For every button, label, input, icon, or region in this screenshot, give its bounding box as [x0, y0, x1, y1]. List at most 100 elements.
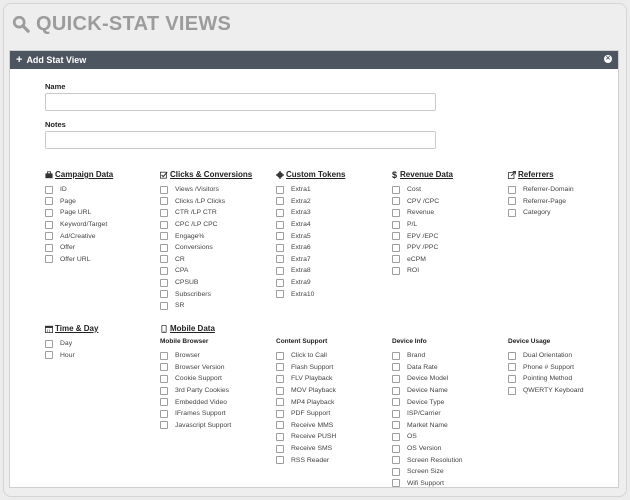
- option-time-1[interactable]: Hour: [45, 350, 98, 362]
- checkbox[interactable]: [160, 290, 168, 299]
- option-revenue-3[interactable]: P/L: [392, 219, 453, 231]
- checkbox[interactable]: [508, 386, 516, 395]
- option-revenue-1[interactable]: CPV /CPC: [392, 196, 453, 208]
- checkbox[interactable]: [160, 243, 168, 252]
- checkbox[interactable]: [392, 409, 400, 418]
- option-revenue-2[interactable]: Revenue: [392, 207, 453, 219]
- checkbox[interactable]: [392, 456, 400, 465]
- option-content-9[interactable]: RSS Reader: [276, 454, 336, 466]
- checkbox[interactable]: [276, 351, 284, 360]
- option-mobile-browser-1[interactable]: Browser Version: [160, 362, 231, 374]
- checkbox[interactable]: [392, 432, 400, 441]
- option-clicks-10[interactable]: SR: [160, 300, 252, 312]
- option-mobile-browser-6[interactable]: Javascript Support: [160, 420, 231, 432]
- option-tokens-7[interactable]: Extra8: [276, 265, 345, 277]
- option-campaign-2[interactable]: Page URL: [45, 207, 113, 219]
- checkbox[interactable]: [508, 363, 516, 372]
- checkbox[interactable]: [276, 232, 284, 241]
- checkbox[interactable]: [45, 208, 53, 217]
- checkbox[interactable]: [392, 467, 400, 476]
- checkbox[interactable]: [276, 220, 284, 229]
- option-clicks-4[interactable]: Engage%: [160, 230, 252, 242]
- option-content-6[interactable]: Receive MMS: [276, 420, 336, 432]
- checkbox[interactable]: [276, 398, 284, 407]
- checkbox[interactable]: [508, 208, 516, 217]
- checkbox[interactable]: [392, 374, 400, 383]
- option-device-info-6[interactable]: Market Name: [392, 420, 463, 432]
- checkbox[interactable]: [276, 197, 284, 206]
- option-revenue-7[interactable]: ROI: [392, 265, 453, 277]
- checkbox[interactable]: [392, 197, 400, 206]
- checkbox[interactable]: [276, 185, 284, 194]
- option-clicks-0[interactable]: Views /Visitors: [160, 184, 252, 196]
- checkbox[interactable]: [392, 444, 400, 453]
- checkbox[interactable]: [160, 232, 168, 241]
- option-campaign-4[interactable]: Ad/Creative: [45, 230, 113, 242]
- option-time-0[interactable]: Day: [45, 338, 98, 350]
- checkbox[interactable]: [392, 208, 400, 217]
- option-content-0[interactable]: Click to Call: [276, 350, 336, 362]
- checkbox[interactable]: [160, 301, 168, 310]
- option-device-info-0[interactable]: Brand: [392, 350, 463, 362]
- option-tokens-6[interactable]: Extra7: [276, 254, 345, 266]
- option-clicks-1[interactable]: Clicks /LP Clicks: [160, 196, 252, 208]
- option-device-usage-3[interactable]: QWERTY Keyboard: [508, 385, 584, 397]
- checkbox[interactable]: [276, 255, 284, 264]
- checkbox[interactable]: [160, 363, 168, 372]
- checkbox[interactable]: [392, 232, 400, 241]
- checkbox[interactable]: [160, 278, 168, 287]
- checkbox[interactable]: [160, 266, 168, 275]
- checkbox[interactable]: [160, 185, 168, 194]
- checkbox[interactable]: [160, 197, 168, 206]
- checkbox[interactable]: [45, 255, 53, 264]
- option-device-usage-2[interactable]: Pointing Method: [508, 373, 584, 385]
- option-clicks-7[interactable]: CPA: [160, 265, 252, 277]
- option-tokens-4[interactable]: Extra5: [276, 230, 345, 242]
- checkbox[interactable]: [160, 208, 168, 217]
- option-clicks-5[interactable]: Conversions: [160, 242, 252, 254]
- option-clicks-8[interactable]: CPSUB: [160, 277, 252, 289]
- option-device-info-4[interactable]: Device Type: [392, 396, 463, 408]
- checkbox[interactable]: [276, 266, 284, 275]
- option-mobile-browser-2[interactable]: Cookie Support: [160, 373, 231, 385]
- checkbox[interactable]: [508, 185, 516, 194]
- option-device-info-2[interactable]: Device Model: [392, 373, 463, 385]
- option-content-3[interactable]: MOV Playback: [276, 385, 336, 397]
- option-device-info-10[interactable]: Screen Size: [392, 466, 463, 478]
- option-device-info-11[interactable]: Wifi Support: [392, 478, 463, 490]
- option-tokens-1[interactable]: Extra2: [276, 196, 345, 208]
- option-mobile-browser-0[interactable]: Browser: [160, 350, 231, 362]
- checkbox[interactable]: [276, 421, 284, 430]
- option-device-info-9[interactable]: Screen Resolution: [392, 454, 463, 466]
- option-clicks-2[interactable]: CTR /LP CTR: [160, 207, 252, 219]
- checkbox[interactable]: [45, 243, 53, 252]
- checkbox[interactable]: [276, 363, 284, 372]
- checkbox[interactable]: [276, 444, 284, 453]
- checkbox[interactable]: [392, 421, 400, 430]
- checkbox[interactable]: [276, 374, 284, 383]
- checkbox[interactable]: [276, 208, 284, 217]
- option-revenue-0[interactable]: Cost: [392, 184, 453, 196]
- option-tokens-9[interactable]: Extra10: [276, 288, 345, 300]
- option-device-info-7[interactable]: OS: [392, 431, 463, 443]
- option-revenue-4[interactable]: EPV /EPC: [392, 230, 453, 242]
- checkbox[interactable]: [508, 351, 516, 360]
- checkbox[interactable]: [45, 220, 53, 229]
- checkbox[interactable]: [276, 386, 284, 395]
- option-tokens-8[interactable]: Extra9: [276, 277, 345, 289]
- option-tokens-5[interactable]: Extra6: [276, 242, 345, 254]
- checkbox[interactable]: [392, 266, 400, 275]
- option-device-info-1[interactable]: Data Rate: [392, 362, 463, 374]
- checkbox[interactable]: [276, 278, 284, 287]
- option-revenue-5[interactable]: PPV /PPC: [392, 242, 453, 254]
- checkbox[interactable]: [276, 243, 284, 252]
- checkbox[interactable]: [392, 255, 400, 264]
- checkbox[interactable]: [45, 197, 53, 206]
- checkbox[interactable]: [160, 409, 168, 418]
- panel-header[interactable]: + Add Stat View ✕: [10, 51, 618, 69]
- option-device-usage-0[interactable]: Dual Orientation: [508, 350, 584, 362]
- option-mobile-browser-5[interactable]: IFrames Support: [160, 408, 231, 420]
- checkbox[interactable]: [392, 479, 400, 488]
- option-mobile-browser-4[interactable]: Embedded Video: [160, 396, 231, 408]
- option-referrers-2[interactable]: Category: [508, 207, 574, 219]
